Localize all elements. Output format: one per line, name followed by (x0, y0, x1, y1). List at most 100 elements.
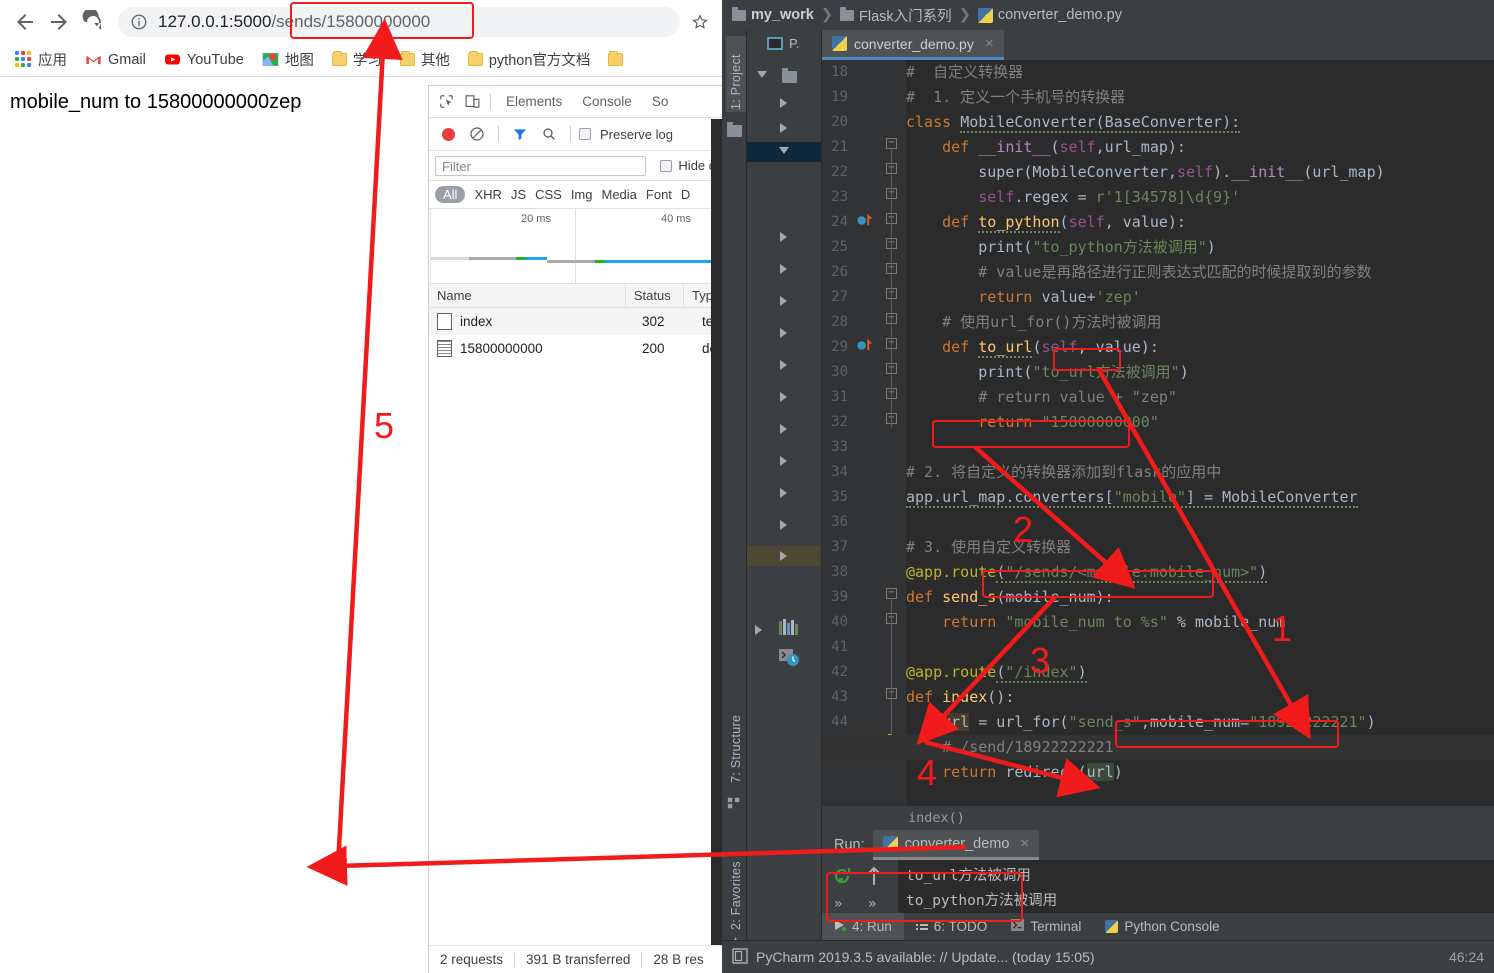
close-icon[interactable]: × (1020, 835, 1029, 852)
search-magnifier-icon[interactable] (536, 121, 562, 147)
bookmark-gmail[interactable]: Gmail (78, 48, 153, 71)
chevron-right-icon[interactable] (780, 98, 787, 108)
type-filter-css[interactable]: CSS (535, 187, 562, 202)
tab-console[interactable]: Console (572, 86, 642, 118)
bookmark-folder-python-docs[interactable]: python官方文档 (461, 46, 598, 73)
gmail-icon (85, 51, 102, 68)
chevron-right-icon[interactable] (780, 264, 787, 274)
devtools-scrollbar[interactable] (711, 119, 722, 945)
line-number: 37 (831, 539, 848, 555)
rerun-icon[interactable] (832, 866, 852, 890)
chevron-right-icon[interactable] (780, 123, 787, 133)
tab-elements[interactable]: Elements (496, 86, 572, 118)
tab-python-console[interactable]: Python Console (1093, 913, 1231, 940)
code-text[interactable]: # 自定义转换器 # 1. 定义一个手机号的转换器 class MobileCo… (906, 60, 1494, 830)
tab-todo[interactable]: 6: TODO (904, 913, 1000, 940)
back-arrow-icon[interactable] (8, 5, 42, 39)
run-gutter-icon[interactable] (856, 212, 873, 233)
chevron-right-icon-2[interactable]: » (868, 896, 876, 912)
chevron-right-icon[interactable] (780, 328, 787, 338)
tab-run[interactable]: 4: Run (822, 913, 904, 940)
breadcrumb: my_work ❯ Flask入门系列 ❯ converter_demo.py (722, 0, 1494, 30)
chevron-right-icon[interactable] (780, 360, 787, 370)
browser-toolbar: 127.0.0.1:5000/sends/15800000000 (0, 0, 722, 43)
bookmark-folder-other[interactable]: 其他 (393, 46, 457, 73)
type-filter-img[interactable]: Img (571, 187, 593, 202)
reload-icon[interactable] (76, 5, 110, 39)
chevron-right-icon[interactable] (780, 392, 787, 402)
type-filter-all[interactable]: All (435, 186, 466, 203)
editor-gutter[interactable]: 18 19 20 21 22 23 24 25 26 27 28 29 30 3… (822, 60, 906, 830)
requests-count: 2 requests (440, 952, 504, 967)
hide-data-urls-checkbox[interactable] (660, 159, 673, 172)
bookmark-maps[interactable]: 地图 (255, 46, 321, 73)
chevron-right-icon[interactable] (780, 520, 787, 530)
request-status: 200 (642, 341, 665, 356)
network-overview-timeline[interactable]: 20 ms 40 ms (429, 209, 722, 284)
code-editor[interactable]: 18 19 20 21 22 23 24 25 26 27 28 29 30 3… (822, 60, 1494, 830)
chevron-right-icon[interactable] (780, 456, 787, 466)
chevron-right-icon[interactable] (780, 424, 787, 434)
table-row[interactable]: index 302 text (429, 308, 722, 335)
address-bar[interactable]: 127.0.0.1:5000/sends/15800000000 (118, 6, 680, 37)
sidebar-item-project[interactable]: 1: Project (726, 36, 746, 112)
column-header-status[interactable]: Status (626, 283, 685, 308)
resource-type-filters: All XHR JS CSS Img Media Font D (429, 181, 722, 209)
chevron-down-icon[interactable] (779, 147, 789, 154)
status-message[interactable]: PyCharm 2019.3.5 available: // Update...… (756, 949, 1095, 965)
window-icon (732, 947, 748, 967)
console-output[interactable]: to_url方法被调用 to_python方法被调用 (898, 860, 1494, 913)
line-number: 33 (831, 439, 848, 455)
close-icon[interactable]: × (985, 35, 994, 52)
caret-position[interactable]: 46:24 (1449, 949, 1484, 965)
breadcrumb-folder[interactable]: Flask入门系列 (859, 5, 952, 26)
sidebar-item-structure[interactable]: 7: Structure (726, 680, 746, 785)
inspect-element-icon[interactable] (433, 89, 459, 115)
editor-breadcrumb[interactable]: index() (822, 806, 1494, 830)
tab-converter-demo[interactable]: converter_demo.py × (822, 30, 1004, 60)
chevron-right-icon[interactable] (780, 232, 787, 242)
chevron-down-icon[interactable] (757, 71, 767, 78)
python-file-icon (977, 7, 993, 23)
filter-funnel-icon[interactable] (507, 121, 533, 147)
bookmark-apps[interactable]: 应用 (8, 46, 74, 73)
bookmark-folder-study[interactable]: 学习 (325, 46, 389, 73)
run-panel-header: Run: converter_demo × (822, 830, 1494, 860)
forward-arrow-icon[interactable] (42, 5, 76, 39)
bookmark-folder-extra[interactable] (601, 50, 636, 69)
preserve-log-checkbox[interactable] (579, 128, 591, 140)
chevron-right-icon[interactable] (780, 551, 787, 561)
type-filter-doc[interactable]: D (681, 187, 690, 202)
breadcrumb-file[interactable]: converter_demo.py (998, 7, 1122, 23)
record-button-icon[interactable] (435, 121, 461, 147)
project-tree[interactable] (747, 57, 821, 973)
chevron-right-icon[interactable]: » (834, 896, 842, 912)
clear-prohibited-icon[interactable] (464, 121, 490, 147)
table-row[interactable]: 15800000000 200 doc (429, 335, 722, 362)
filter-input[interactable]: Filter (435, 155, 647, 176)
editor-tab-label: converter_demo.py (854, 35, 974, 52)
type-filter-js[interactable]: JS (511, 187, 526, 202)
device-toolbar-icon[interactable] (459, 89, 485, 115)
type-filter-media[interactable]: Media (601, 187, 636, 202)
column-header-name[interactable]: Name (429, 283, 626, 308)
bookmark-label: 学习 (352, 53, 382, 69)
up-arrow-icon[interactable] (866, 866, 882, 890)
chevron-right-icon[interactable] (755, 625, 762, 635)
type-filter-font[interactable]: Font (646, 187, 672, 202)
pycharm-window: my_work ❯ Flask入门系列 ❯ converter_demo.py … (722, 0, 1494, 973)
tab-terminal[interactable]: Terminal (999, 913, 1093, 940)
info-circle-icon[interactable] (130, 13, 148, 31)
project-window-icon (767, 37, 783, 50)
type-filter-xhr[interactable]: XHR (474, 187, 501, 202)
chevron-right-icon[interactable] (780, 488, 787, 498)
run-gutter-icon[interactable] (856, 337, 873, 358)
filter-bar: Filter Hide d (429, 151, 722, 181)
breadcrumb-project[interactable]: my_work (751, 7, 814, 23)
bookmark-star-icon[interactable] (686, 8, 714, 36)
chevron-right-icon[interactable] (780, 296, 787, 306)
sidebar-item-favorites[interactable]: 2: Favorites (726, 820, 746, 932)
run-config-tab[interactable]: converter_demo × (872, 830, 1040, 860)
tab-sources[interactable]: So (642, 86, 679, 118)
bookmark-youtube[interactable]: YouTube (157, 48, 251, 71)
